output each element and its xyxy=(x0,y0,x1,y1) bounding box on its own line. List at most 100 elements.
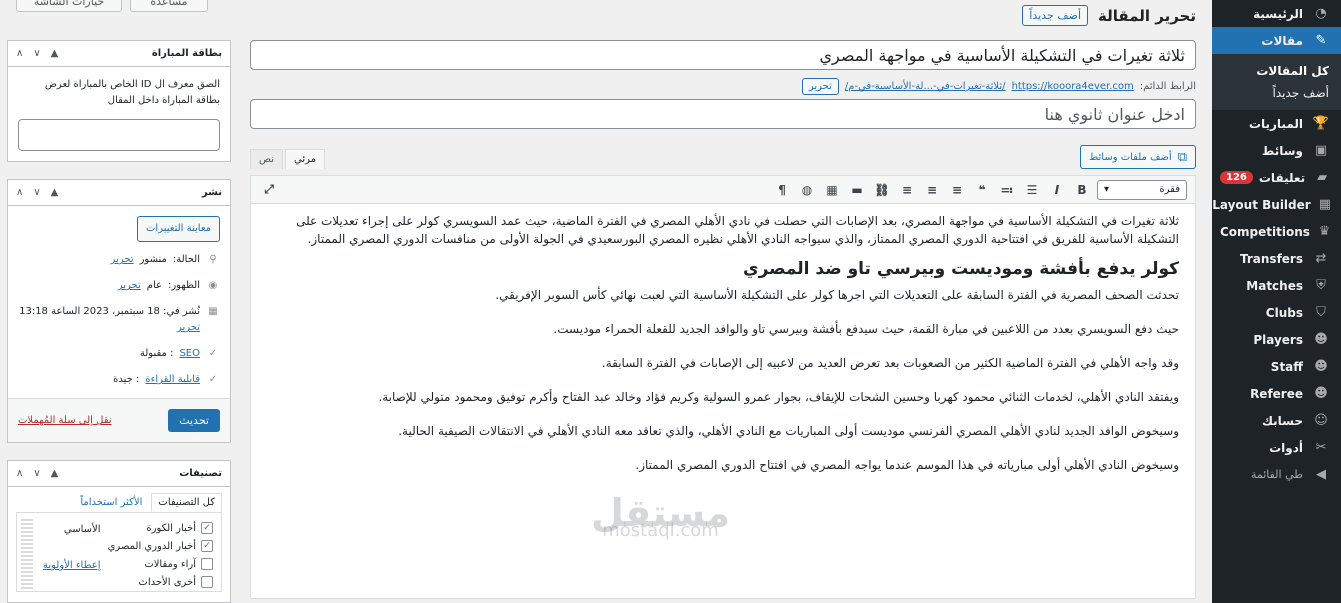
screen-options-button[interactable]: خيارات الشاشة xyxy=(16,0,122,12)
subtitle-input[interactable]: ادخل عنوان ثانوي هنا xyxy=(250,99,1196,129)
chevron-up-icon[interactable]: ∧ xyxy=(16,468,23,479)
align-right-icon[interactable]: ≡ xyxy=(947,180,967,200)
help-button[interactable]: مساعدة xyxy=(130,0,208,12)
metabox-title: تصنيفات xyxy=(179,468,222,479)
submenu-item[interactable]: كل المقالات xyxy=(1212,60,1341,82)
sidebar-item[interactable]: ◔ الرئيسية xyxy=(1212,0,1341,27)
sidebar-item-label: Competitions xyxy=(1220,224,1310,239)
bullet-list-icon[interactable]: ☰ xyxy=(1022,180,1042,200)
add-new-button[interactable]: أضف جديداً xyxy=(1022,5,1089,26)
page-title: تحرير المقالة xyxy=(1098,6,1196,25)
move-to-trash-link[interactable]: نقل إلى سلة المُهملات xyxy=(18,415,112,426)
editor-tabs: نص مرئي xyxy=(250,149,326,169)
chevron-down-icon[interactable]: ∨ xyxy=(33,48,40,59)
sidebar-item[interactable]: ✂ أدوات xyxy=(1212,434,1341,461)
update-button[interactable]: تحديث xyxy=(168,409,220,432)
format-select[interactable]: فقرة ▾ xyxy=(1097,179,1187,200)
category-label: أخبار الدوري المصري xyxy=(107,540,196,552)
published-text: نُشر في: 18 سبتمبر، 2023 الساعة 13:18 تح… xyxy=(19,304,200,336)
align-left-icon[interactable]: ≡ xyxy=(897,180,917,200)
sidebar-item[interactable]: ⛉ Clubs xyxy=(1212,299,1341,326)
sidebar-item[interactable]: ☻ Staff xyxy=(1212,353,1341,380)
screen-meta-links: مساعدة خيارات الشاشة xyxy=(16,0,208,12)
content-paragraph: وسيخوض الوافد الجديد لنادي الأهلي المصري… xyxy=(398,424,1179,438)
collapse-triangle-icon[interactable]: ▲ xyxy=(51,48,59,59)
checkbox[interactable]: ✓ xyxy=(201,540,213,552)
sidebar-item[interactable]: ▦ Layout Builder xyxy=(1212,191,1341,218)
submenu-item[interactable]: أضف جديداً xyxy=(1212,82,1341,104)
sidebar-item[interactable]: ⇄ Transfers xyxy=(1212,245,1341,272)
read-more-icon[interactable]: ▬ xyxy=(847,180,867,200)
sidebar-item[interactable]: ♛ Competitions xyxy=(1212,218,1341,245)
sidebar-item[interactable]: 🏆 المباريات xyxy=(1212,110,1341,137)
content-paragraph: ثلاثة تغيرات في التشكيلة الأساسية في موا… xyxy=(296,214,1179,246)
sidebar-item[interactable]: ✎ مقالات xyxy=(1212,27,1341,54)
preview-changes-button[interactable]: معاينة التغييرات xyxy=(137,216,220,242)
shield-icon: ⛨ xyxy=(1316,278,1326,293)
numbered-list-icon[interactable]: ≔ xyxy=(997,180,1017,200)
scrollbar[interactable] xyxy=(21,519,33,589)
status-edit-link[interactable]: تحرير xyxy=(111,252,134,268)
collapse-triangle-icon[interactable]: ▲ xyxy=(51,468,59,479)
main-content: مساعدة خيارات الشاشة تحرير المقالة أضف ج… xyxy=(0,0,1212,603)
collapse-triangle-icon[interactable]: ▲ xyxy=(51,187,59,198)
trophy-icon: 🏆 xyxy=(1312,116,1330,131)
chevron-up-icon[interactable]: ∧ xyxy=(16,48,23,59)
match-card-help: الصق معرف ال ID الخاص بالمباراة لعرض بطا… xyxy=(44,79,220,106)
sidebar-item[interactable]: ▣ وسائط xyxy=(1212,137,1341,164)
match-id-input[interactable] xyxy=(18,119,220,151)
sidebar-item[interactable]: ☻ Players xyxy=(1212,326,1341,353)
page-heading: تحرير المقالة أضف جديداً xyxy=(1022,5,1196,26)
published-value: 18 سبتمبر، 2023 الساعة 13:18 xyxy=(19,306,160,317)
readability-link[interactable]: قابلية القراءة xyxy=(145,372,200,388)
published-row: ▦ نُشر في: 18 سبتمبر، 2023 الساعة 13:18 … xyxy=(18,304,220,336)
permalink-edit-button[interactable]: تحرير xyxy=(801,78,839,95)
metabox-body: معاينة التغييرات ⚲ الحالة: منشور تحرير ◉… xyxy=(8,206,230,398)
sidebar-item-label: أدوات xyxy=(1269,440,1303,455)
metabox-controls: ∧ ∨ ▲ xyxy=(16,187,58,198)
visibility-edit-link[interactable]: تحرير xyxy=(118,278,141,294)
chevron-up-icon[interactable]: ∧ xyxy=(16,187,23,198)
bold-icon[interactable]: B xyxy=(1072,180,1092,200)
sidebar-item-label: Transfers xyxy=(1240,251,1303,266)
tab-visual[interactable]: مرئي xyxy=(285,149,326,169)
make-primary-link[interactable]: إعطاء الأولوية xyxy=(43,560,101,571)
seo-link[interactable]: SEO xyxy=(179,346,200,362)
sidebar-item[interactable]: ☻ Referee xyxy=(1212,380,1341,407)
tab-text[interactable]: نص xyxy=(250,149,284,169)
blockquote-icon[interactable]: ❝ xyxy=(972,180,992,200)
fullscreen-icon[interactable]: ⤢ xyxy=(259,180,279,200)
publish-box: نشر ∧ ∨ ▲ معاينة التغييرات ⚲ الحالة: منش… xyxy=(7,179,231,443)
media-row: ⧉ أضف ملفات وسائط نص مرئي xyxy=(250,145,1196,171)
paragraph-direction-icon[interactable]: ¶ xyxy=(772,180,792,200)
sidebar-item[interactable]: ⛨ Matches xyxy=(1212,272,1341,299)
category-item[interactable]: أخرى الأحداث xyxy=(25,573,213,591)
globe-icon[interactable]: ◍ xyxy=(797,180,817,200)
published-edit-link[interactable]: تحرير xyxy=(177,322,200,333)
permalink-base[interactable]: https://kooora4ever.com xyxy=(1012,81,1134,92)
sidebar-item-label: طي القائمة xyxy=(1250,468,1303,481)
tab-all-categories[interactable]: كل التصنيفات xyxy=(151,493,222,512)
editor-content[interactable]: ثلاثة تغيرات في التشكيلة الأساسية في موا… xyxy=(251,204,1195,598)
add-media-button[interactable]: ⧉ أضف ملفات وسائط xyxy=(1080,145,1196,169)
content-paragraph: وقد واجه الأهلي في الفترة الماضية الكثير… xyxy=(601,356,1179,370)
link-icon[interactable]: ⛓ xyxy=(872,180,892,200)
sidebar-item[interactable]: ▰ تعليقات 126 xyxy=(1212,164,1341,191)
permalink-slug[interactable]: /ثلاثة-تغيرات-في-...لة-الأساسية-في-م/ xyxy=(845,81,1006,92)
tab-most-used[interactable]: الأكثر استخداماً xyxy=(73,493,149,512)
chevron-down-icon[interactable]: ∨ xyxy=(33,187,40,198)
format-select-value: فقرة xyxy=(1159,184,1180,195)
chevron-down-icon[interactable]: ∨ xyxy=(33,468,40,479)
checkbox[interactable] xyxy=(201,576,213,588)
posts-submenu: كل المقالات أضف جديداً xyxy=(1212,54,1341,110)
italic-icon[interactable]: I xyxy=(1047,180,1067,200)
sidebar-item[interactable]: ☺ حسابك xyxy=(1212,407,1341,434)
checkbox[interactable] xyxy=(201,558,213,570)
align-center-icon[interactable]: ≡ xyxy=(922,180,942,200)
metabox-header: تصنيفات ∧ ∨ ▲ xyxy=(8,461,230,487)
post-title-input[interactable]: ثلاثة تغيرات في التشكيلة الأساسية في موا… xyxy=(250,40,1196,70)
sidebar-item[interactable]: ◀ طي القائمة xyxy=(1212,461,1341,488)
checkbox[interactable]: ✓ xyxy=(201,522,213,534)
pin-icon: ✎ xyxy=(1315,33,1327,48)
toolbar-toggle-icon[interactable]: ▦ xyxy=(822,180,842,200)
